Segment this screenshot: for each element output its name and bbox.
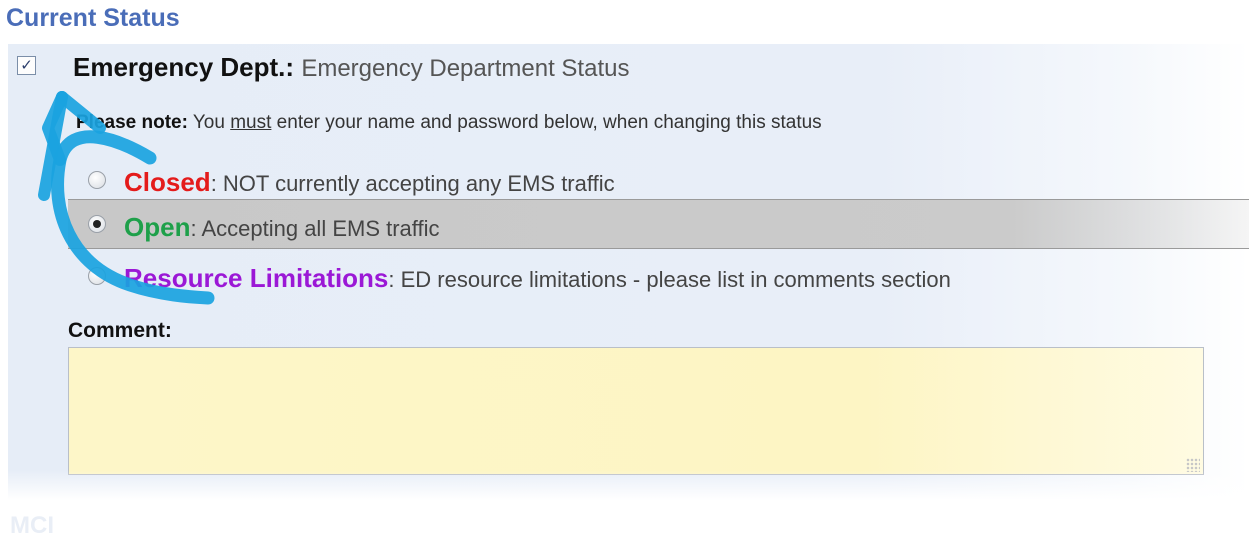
open-radio[interactable] [88,215,106,233]
password-note: Please note: You must enter your name an… [76,112,822,134]
closed-status-desc: : NOT currently accepting any EMS traffi… [210,171,615,196]
status-option-open[interactable]: Open: Accepting all EMS traffic [68,199,1249,249]
open-status-name: Open [124,212,191,242]
department-name: Emergency Dept.: [73,52,295,82]
resource-limitations-status-name: Resource Limitations [124,263,389,293]
note-emphasis: must [230,112,272,133]
status-option-resource-limitations[interactable]: Resource Limitations: ED resource limita… [68,254,1249,302]
next-section-title: MCI [10,512,54,539]
department-description: Emergency Department Status [301,55,630,82]
department-header: Emergency Dept.: Emergency Department St… [73,52,629,83]
section-title: Current Status [6,4,180,32]
resource-limitations-radio[interactable] [88,267,106,285]
comment-textarea[interactable] [68,347,1204,475]
note-label: Please note: [76,112,188,133]
open-status-desc: : Accepting all EMS traffic [190,216,440,241]
closed-radio[interactable] [88,171,106,189]
comment-label: Comment: [68,319,172,342]
closed-status-name: Closed [124,167,211,197]
note-text-before: You [192,112,231,133]
open-label: Open: Accepting all EMS traffic [124,212,440,243]
resource-limitations-status-desc: : ED resource limitations - please list … [388,267,951,292]
emergency-dept-checkbox[interactable]: ✓ [17,56,36,75]
panel-fade [8,470,1249,500]
note-text-after: enter your name and password below, when… [271,112,822,133]
resource-limitations-label: Resource Limitations: ED resource limita… [124,263,951,294]
closed-label: Closed: NOT currently accepting any EMS … [124,167,615,198]
